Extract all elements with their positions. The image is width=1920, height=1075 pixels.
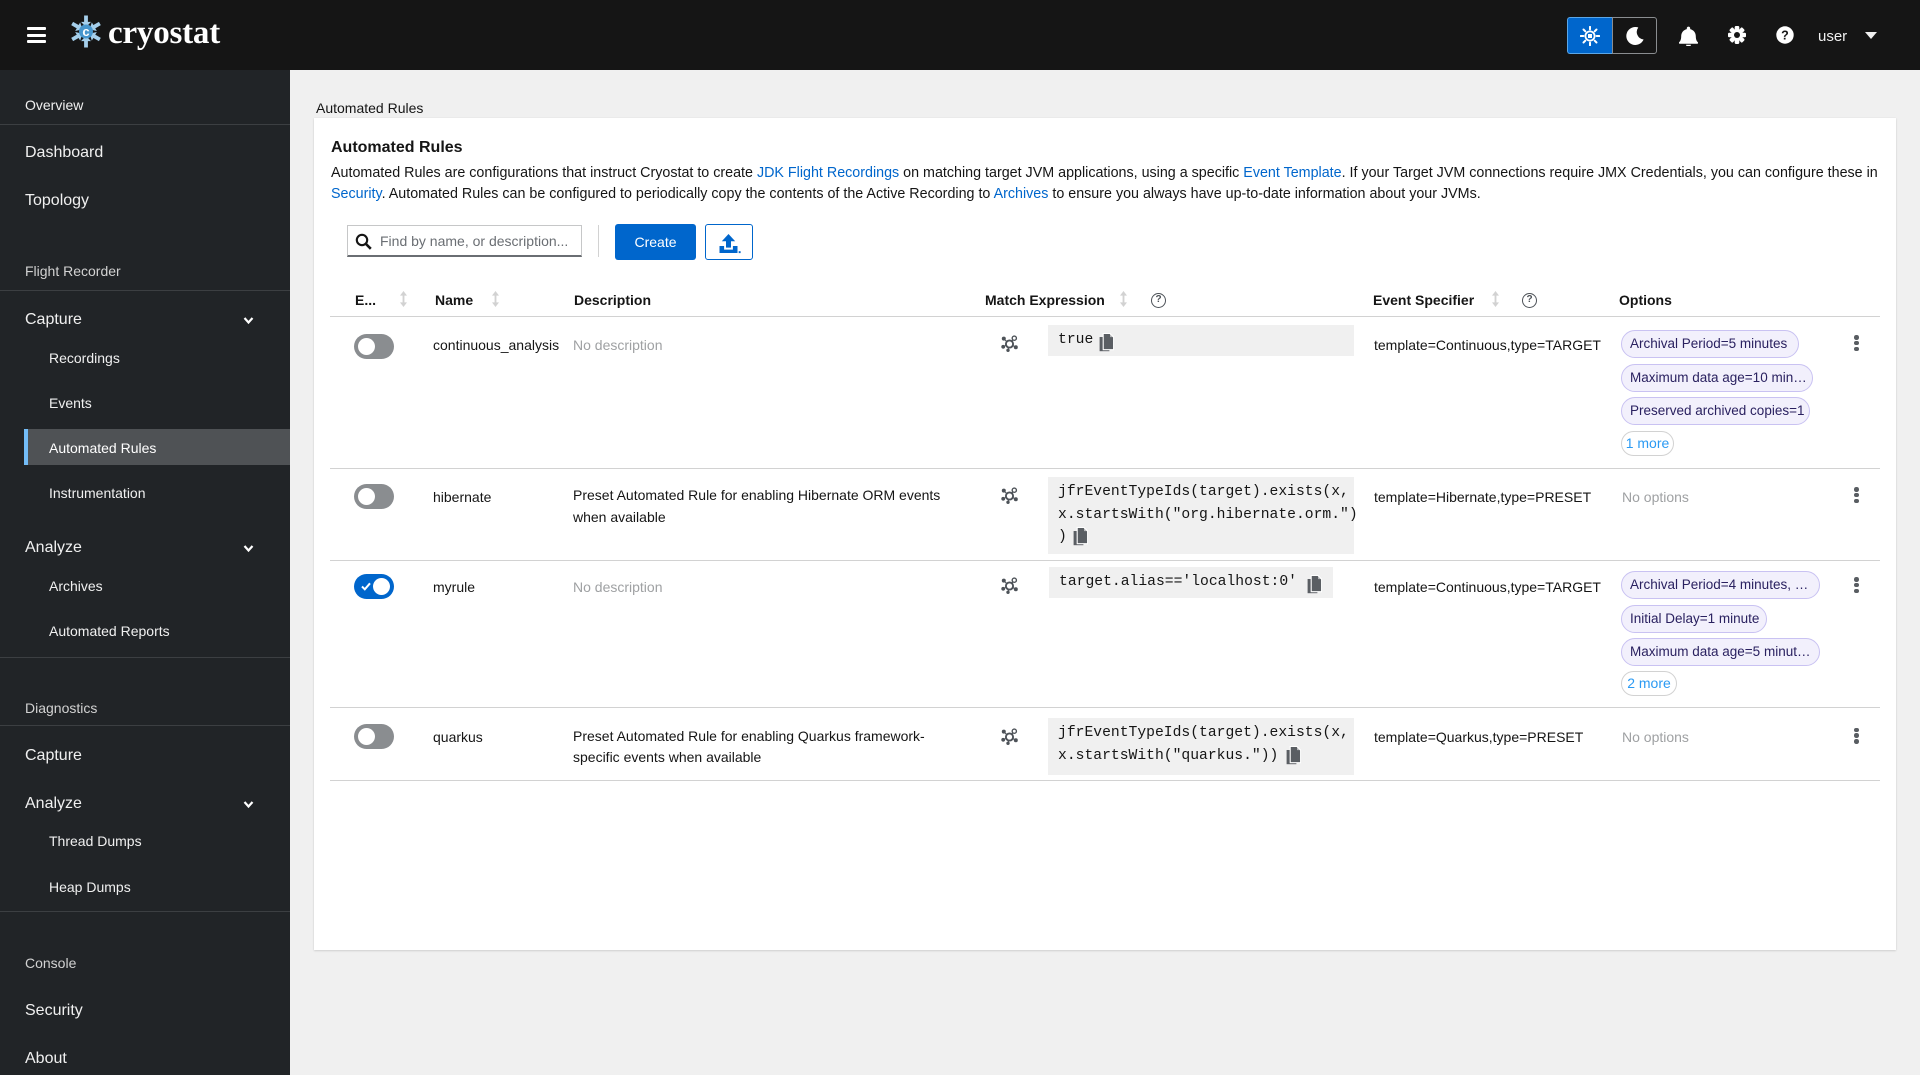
svg-text:?: ? [1781, 28, 1789, 42]
svg-text:c: c [82, 24, 89, 39]
